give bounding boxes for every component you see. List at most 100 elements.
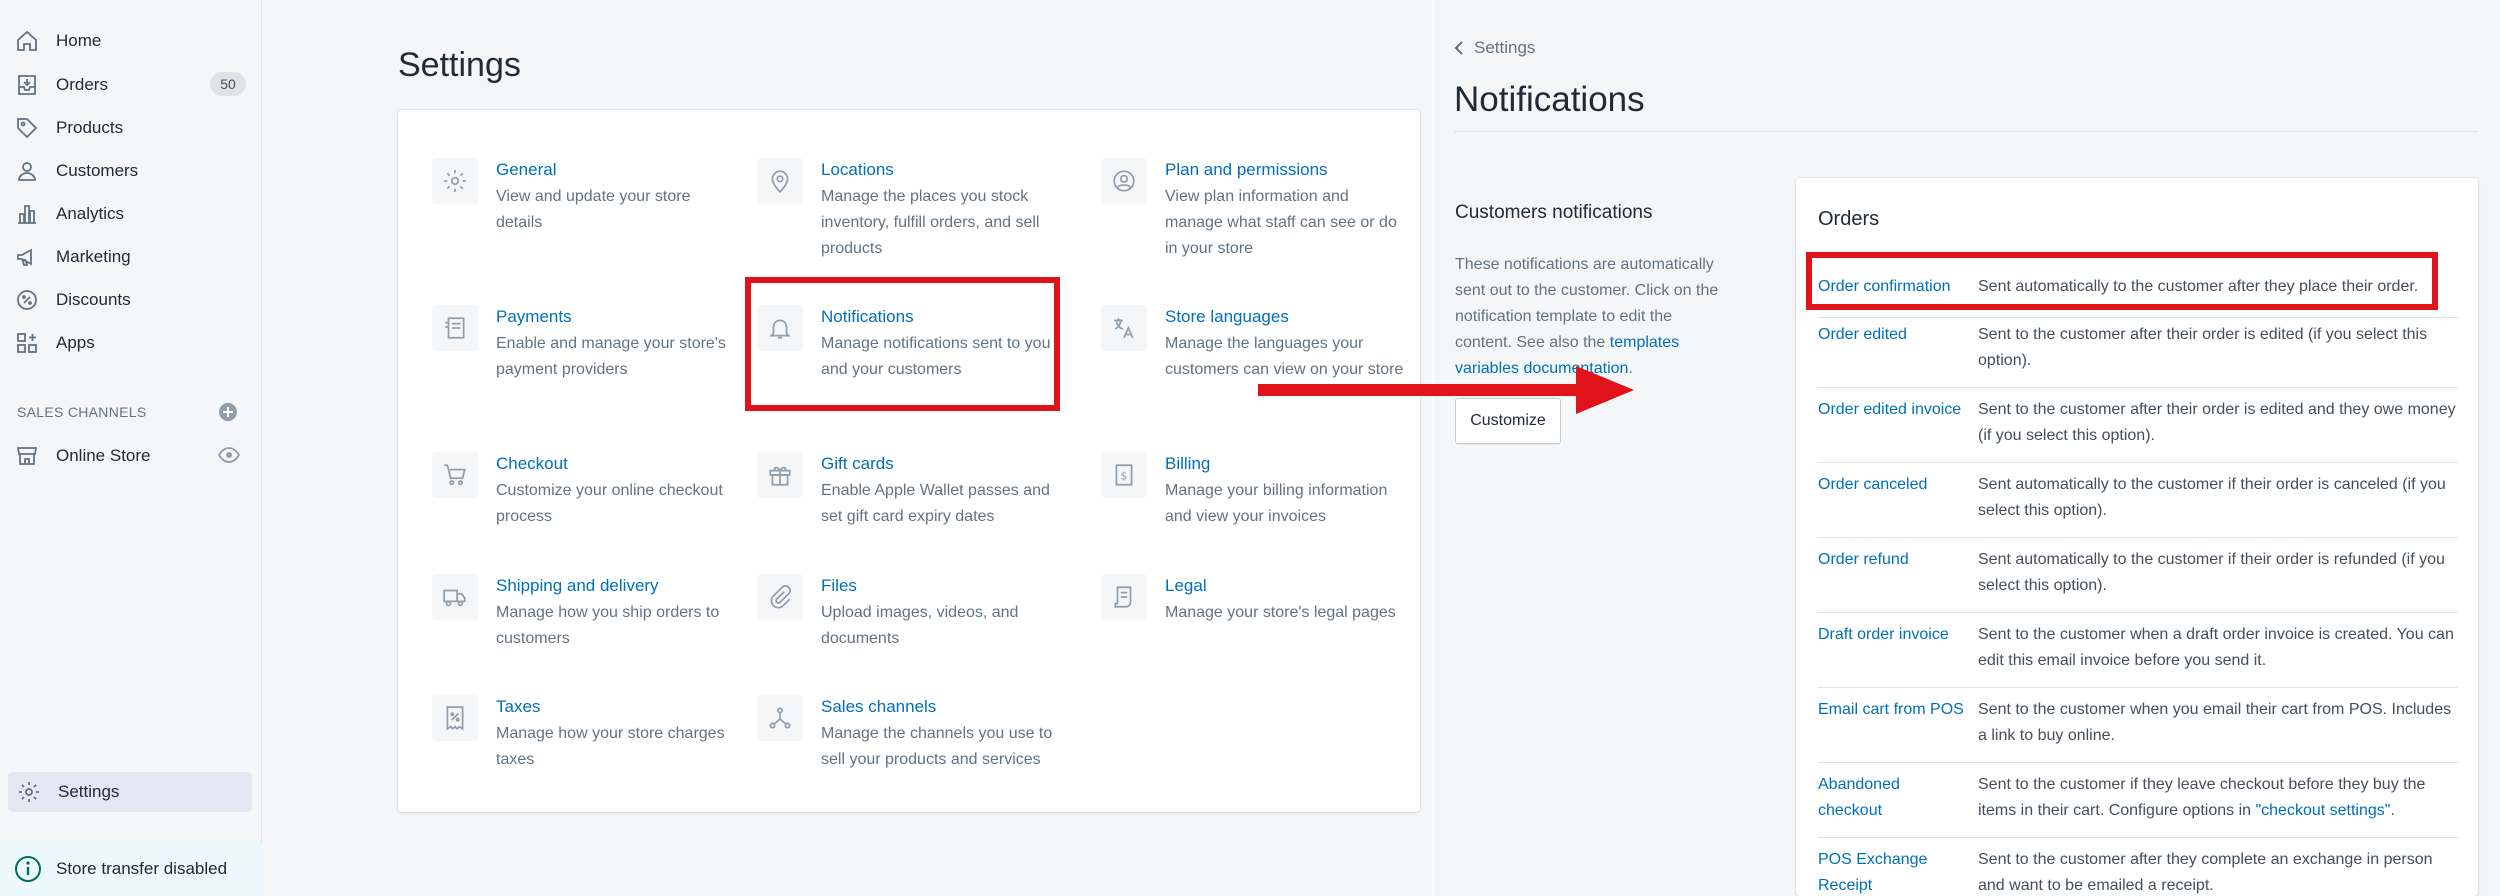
sidebar-item-label: Apps xyxy=(56,333,95,352)
notifications-page-title: Notifications xyxy=(1454,80,1645,119)
settings-item-desc: Customize your online checkout process xyxy=(496,482,723,525)
sidebar-item-settings[interactable]: Settings xyxy=(8,772,252,812)
chevron-left-icon xyxy=(1454,41,1463,55)
notification-desc: Sent automatically to the customer if th… xyxy=(1978,476,2446,519)
notification-row-email-cart-from-pos[interactable]: Email cart from POS Sent to the customer… xyxy=(1818,697,2458,763)
settings-item-desc: Manage how you ship orders to customers xyxy=(496,604,720,647)
desc-suffix: . xyxy=(2390,802,2395,819)
sidebar-item-marketing[interactable]: Marketing xyxy=(14,242,131,272)
billing-icon: $ xyxy=(1101,452,1147,498)
sidebar-item-label: Settings xyxy=(58,782,120,801)
customers-notifications-heading: Customers notifications xyxy=(1455,202,1653,223)
breadcrumb-label: Settings xyxy=(1474,38,1536,57)
sidebar-item-orders[interactable]: Orders xyxy=(14,70,108,100)
payments-icon xyxy=(432,305,478,351)
eye-icon[interactable] xyxy=(218,446,240,464)
gear-icon xyxy=(432,158,478,204)
settings-item-title[interactable]: Legal xyxy=(1165,574,1207,598)
settings-item-desc: Manage the channels you use to sell your… xyxy=(821,725,1053,768)
settings-item-title[interactable]: Taxes xyxy=(496,695,540,719)
settings-item-title[interactable]: Payments xyxy=(496,305,572,329)
user-circle-icon xyxy=(1101,158,1147,204)
add-channel-icon[interactable] xyxy=(218,402,238,422)
store-transfer-banner: Store transfer disabled xyxy=(0,842,262,896)
orders-heading: Orders xyxy=(1818,208,1880,230)
notification-row-order-refund[interactable]: Order refund Sent automatically to the c… xyxy=(1818,547,2458,613)
notification-desc: Sent to the customer after their order i… xyxy=(1978,326,2428,369)
settings-item-desc: Manage your store's legal pages xyxy=(1165,604,1396,621)
notification-desc: Sent to the customer when you email thei… xyxy=(1978,701,2452,744)
store-icon xyxy=(14,443,40,469)
sidebar-item-discounts[interactable]: Discounts xyxy=(14,285,131,315)
notification-row-abandoned-checkout[interactable]: Abandoned checkout Sent to the customer … xyxy=(1818,772,2458,838)
language-icon xyxy=(1101,305,1147,351)
settings-item-title[interactable]: Gift cards xyxy=(821,452,894,476)
sidebar-item-label: Marketing xyxy=(56,247,131,266)
tag-icon xyxy=(14,115,40,141)
breadcrumb-back-settings[interactable]: Settings xyxy=(1454,38,1535,58)
notification-row-pos-exchange-receipt[interactable]: POS Exchange Receipt Sent to the custome… xyxy=(1818,847,2458,896)
sidebar-item-label: Orders xyxy=(56,75,108,94)
sidebar-item-label: Products xyxy=(56,118,124,137)
store-transfer-text: Store transfer disabled xyxy=(56,859,228,878)
tax-receipt-icon xyxy=(432,695,478,741)
notification-row-draft-order-invoice[interactable]: Draft order invoice Sent to the customer… xyxy=(1818,622,2458,688)
checkout-settings-link[interactable]: "checkout settings" xyxy=(2255,802,2390,819)
notification-desc: Sent to the customer after their order i… xyxy=(1978,401,2456,444)
settings-item-title[interactable]: Plan and permissions xyxy=(1165,158,1328,182)
sidebar-item-apps[interactable]: Apps xyxy=(14,328,95,358)
megaphone-icon xyxy=(14,244,40,270)
notification-row-order-edited-invoice[interactable]: Order edited invoice Sent to the custome… xyxy=(1818,397,2458,463)
home-icon xyxy=(14,28,40,54)
notification-name[interactable]: Order edited xyxy=(1818,322,1968,348)
orders-count-badge: 50 xyxy=(210,72,246,96)
settings-item-title[interactable]: Billing xyxy=(1165,452,1210,476)
cart-icon xyxy=(432,452,478,498)
settings-item-title[interactable]: Files xyxy=(821,574,857,598)
notification-name[interactable]: Abandoned checkout xyxy=(1818,772,1968,824)
notification-name[interactable]: POS Exchange Receipt xyxy=(1818,847,1968,896)
notification-name[interactable]: Draft order invoice xyxy=(1818,622,1968,648)
bar-chart-icon xyxy=(14,201,40,227)
sidebar-item-products[interactable]: Products xyxy=(14,113,123,143)
settings-item-desc: View and update your store details xyxy=(496,188,691,231)
settings-item-title[interactable]: Locations xyxy=(821,158,894,182)
sidebar-item-label: Discounts xyxy=(56,290,131,309)
red-arrow-annotation xyxy=(1258,366,1634,414)
notification-row-order-canceled[interactable]: Order canceled Sent automatically to the… xyxy=(1818,472,2458,538)
person-icon xyxy=(14,158,40,184)
settings-item-title[interactable]: Shipping and delivery xyxy=(496,574,659,598)
sidebar-item-online-store[interactable]: Online Store xyxy=(14,441,151,471)
channels-icon xyxy=(757,695,803,741)
notification-name[interactable]: Email cart from POS xyxy=(1818,697,1968,723)
sidebar-item-home[interactable]: Home xyxy=(14,26,101,56)
notification-desc: Sent to the customer after they complete… xyxy=(1978,851,2433,894)
settings-item-title[interactable]: Store languages xyxy=(1165,305,1289,329)
notification-desc: Sent to the customer if they leave check… xyxy=(1978,772,2458,824)
settings-item-title[interactable]: Checkout xyxy=(496,452,568,476)
gear-icon xyxy=(16,779,42,805)
discount-icon xyxy=(14,287,40,313)
notification-desc: Sent automatically to the customer if th… xyxy=(1978,551,2445,594)
sidebar-item-label: Customers xyxy=(56,161,139,180)
notification-name[interactable]: Order canceled xyxy=(1818,472,1968,498)
sidebar-item-label: Online Store xyxy=(56,446,151,465)
notification-name[interactable]: Order edited invoice xyxy=(1818,397,1968,423)
settings-item-title[interactable]: Sales channels xyxy=(821,695,936,719)
info-icon xyxy=(15,856,41,882)
notification-desc: Sent to the customer when a draft order … xyxy=(1978,626,2454,669)
sidebar-item-analytics[interactable]: Analytics xyxy=(14,199,124,229)
settings-item-desc: Manage the places you stock inventory, f… xyxy=(821,188,1040,257)
settings-item-desc: View plan information and manage what st… xyxy=(1165,188,1397,257)
sidebar-item-label: Analytics xyxy=(56,204,125,223)
sales-channels-label: SALES CHANNELS xyxy=(17,404,147,420)
sidebar-item-label: Home xyxy=(56,31,102,50)
orders-icon xyxy=(14,72,40,98)
settings-item-title[interactable]: General xyxy=(496,158,556,182)
sidebar-item-customers[interactable]: Customers xyxy=(14,156,138,186)
notification-row-order-edited[interactable]: Order edited Sent to the customer after … xyxy=(1818,322,2458,388)
title-divider xyxy=(1454,131,2478,132)
notification-name[interactable]: Order refund xyxy=(1818,547,1968,573)
truck-icon xyxy=(432,574,478,620)
settings-item-desc: Enable Apple Wallet passes and set gift … xyxy=(821,482,1050,525)
